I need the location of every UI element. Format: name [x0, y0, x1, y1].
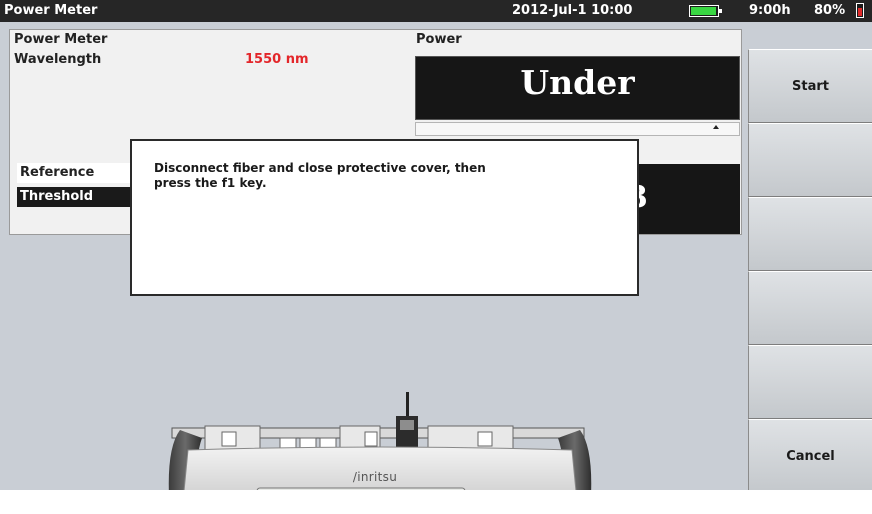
section-label: Power Meter [14, 32, 108, 47]
app-title: Power Meter [4, 3, 98, 18]
main-area: Power Meter Wavelength 1550 nm Power Und… [0, 22, 748, 514]
brand-logo: /inritsu [352, 470, 398, 484]
power-label: Power [416, 32, 462, 47]
cancel-button[interactable]: Cancel [748, 419, 872, 493]
power-display: Under [415, 56, 740, 120]
start-button[interactable]: Start [748, 49, 872, 123]
battery-level-icon [856, 3, 864, 18]
threshold-row[interactable]: Threshold [17, 187, 148, 207]
battery-percent: 80% [814, 3, 846, 18]
range-bar [415, 122, 740, 136]
dialog-message-line: press the f1 key. [154, 176, 267, 190]
power-value: Under [520, 63, 635, 102]
wavelength-value: 1550 nm [245, 52, 309, 67]
softkey-4[interactable] [748, 271, 872, 345]
softkey-3[interactable] [748, 197, 872, 271]
title-bar: Power Meter 2012-Jul-1 10:00 9:00h 80% [0, 0, 872, 22]
reference-row[interactable]: Reference [17, 163, 148, 183]
datetime-display: 2012-Jul-1 10:00 [512, 3, 633, 18]
battery-time: 9:00h [749, 3, 791, 18]
softkey-2[interactable] [748, 123, 872, 197]
softkey-header [748, 22, 872, 49]
range-marker-icon [713, 125, 719, 129]
softkey-panel: Start Cancel [748, 49, 872, 494]
dialog-message: Disconnect fiber and close protective co… [154, 161, 554, 191]
message-dialog: Disconnect fiber and close protective co… [130, 139, 639, 296]
bottom-strip [0, 490, 872, 514]
battery-icon [689, 5, 722, 17]
wavelength-label: Wavelength [14, 52, 102, 67]
dialog-message-line: Disconnect fiber and close protective co… [154, 161, 486, 175]
softkey-5[interactable] [748, 345, 872, 419]
